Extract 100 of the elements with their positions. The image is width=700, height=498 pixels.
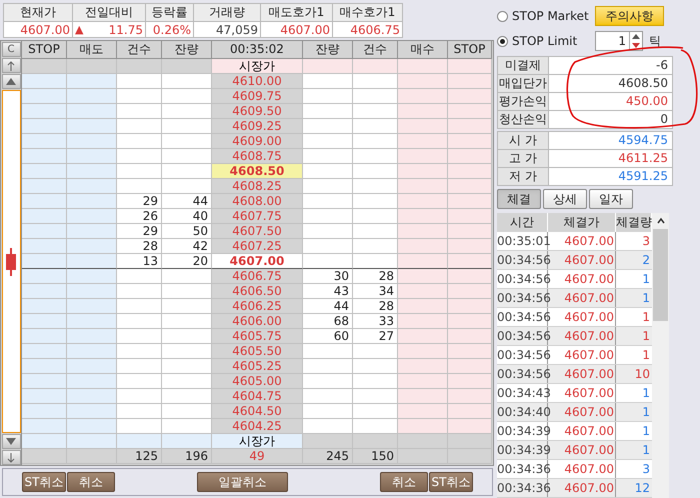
ask-quantity: 20	[162, 254, 212, 269]
scroll-bottom-icon[interactable]	[2, 450, 20, 465]
price-level: 4605.50	[212, 344, 303, 359]
quote-header: 현재가	[4, 4, 73, 22]
quote-value: 4606.75	[350, 22, 400, 38]
spin-down-icon[interactable]	[630, 41, 642, 50]
bid-count: 28	[353, 269, 398, 284]
bid-quantity: 44	[303, 299, 353, 314]
price-level: 4604.25	[212, 419, 303, 434]
price-level: 4609.00	[212, 134, 303, 149]
price-level: 49	[212, 449, 303, 464]
price-level: 4605.00	[212, 374, 303, 389]
price-level: 4608.25	[212, 179, 303, 194]
scroll-thumb[interactable]	[653, 229, 668, 321]
info-value: 4611.25	[549, 150, 673, 168]
price-level: 4608.50	[212, 164, 303, 179]
cancel-button[interactable]: ST취소	[429, 472, 473, 492]
price-level: 4605.25	[212, 359, 303, 374]
ask-quantity: 40	[162, 209, 212, 224]
info-label: 청산손익	[498, 111, 549, 129]
bid-count: 27	[353, 329, 398, 344]
column-header: STOP	[22, 41, 67, 59]
info-label: 시 가	[498, 132, 549, 150]
quote-header: 전일대비	[73, 4, 146, 22]
bid-count: 28	[353, 299, 398, 314]
ask-count: 28	[117, 239, 162, 254]
price-level: 4608.75	[212, 149, 303, 164]
notice-button[interactable]: 주의사항	[595, 6, 664, 26]
trade-time: 00:34:56	[497, 365, 548, 383]
corner-button[interactable]: C	[2, 42, 20, 57]
trade-time: 00:34:40	[497, 403, 548, 421]
trade-quantity: 1	[641, 290, 651, 307]
column-header: 매도	[67, 41, 117, 59]
ask-quantity: 44	[162, 194, 212, 209]
ask-count: 29	[117, 224, 162, 239]
info-label: 평가손익	[498, 93, 549, 111]
trade-quantity: 12	[634, 480, 651, 497]
cancel-button[interactable]: ST취소	[22, 472, 66, 492]
price-level: 4606.25	[212, 299, 303, 314]
price-level: 4605.75	[212, 329, 303, 344]
trade-time: 00:35:01	[497, 232, 548, 250]
radio-button[interactable]	[497, 10, 508, 22]
column-header: 매수	[398, 41, 448, 59]
bid-quantity: 60	[303, 329, 353, 344]
column-header: 잔량	[303, 41, 353, 59]
cancel-button[interactable]: 취소	[67, 472, 115, 492]
price-level: 4607.50	[212, 224, 303, 239]
radio-label: STOP Limit	[512, 33, 578, 50]
price-level: 4606.50	[212, 284, 303, 299]
scroll-top-icon[interactable]	[2, 58, 20, 73]
trade-time: 00:34:39	[497, 441, 548, 459]
trade-quantity: 3	[641, 233, 651, 250]
up-arrow-icon: ▲	[75, 24, 84, 36]
ask-quantity: 50	[162, 224, 212, 239]
quote-value: 4607.00	[20, 22, 70, 38]
info-value: 4608.50	[549, 75, 673, 93]
quote-header: 등락률	[146, 4, 194, 22]
trade-time: 00:34:56	[497, 327, 548, 345]
info-value: 0	[549, 111, 673, 129]
tab[interactable]: 체결	[497, 189, 541, 209]
price-level: 4607.25	[212, 239, 303, 254]
column-header: STOP	[448, 41, 492, 59]
trade-time: 00:34:56	[497, 346, 548, 364]
trade-time: 00:34:36	[497, 479, 548, 497]
trade-time: 00:34:56	[497, 308, 548, 326]
trade-quantity: 10	[634, 366, 651, 383]
column-header: 잔량	[162, 41, 212, 59]
trade-time: 00:34:36	[497, 460, 548, 478]
ask-count: 26	[117, 209, 162, 224]
cancel-button[interactable]: 일괄취소	[197, 472, 288, 492]
info-label: 저 가	[498, 168, 549, 186]
info-value: -6	[549, 57, 673, 75]
tab[interactable]: 상세	[543, 189, 587, 209]
bid-quantity: 30	[303, 269, 353, 284]
cancel-button[interactable]: 취소	[380, 472, 428, 492]
trade-quantity: 1	[641, 309, 651, 326]
quote-header: 매도호가1	[261, 4, 333, 22]
price-level: 4607.00	[212, 254, 303, 269]
scroll-up-icon[interactable]	[2, 74, 20, 89]
ask-quantity: 42	[162, 239, 212, 254]
column-header: 건수	[353, 41, 398, 59]
tab[interactable]: 일자	[589, 189, 633, 209]
candlestick-icon	[5, 248, 17, 276]
tick-spinbox[interactable]: 1	[595, 31, 643, 51]
radio-label: STOP Market	[512, 8, 590, 25]
column-header: 시간	[497, 213, 548, 232]
trade-time: 00:34:39	[497, 422, 548, 440]
trade-time: 00:34:43	[497, 384, 548, 402]
radio-button[interactable]	[497, 36, 508, 46]
scrollbar[interactable]	[652, 213, 669, 498]
spin-up-icon[interactable]	[630, 32, 642, 41]
ask-quantity: 196	[162, 449, 212, 464]
scroll-down-icon[interactable]	[2, 434, 20, 449]
ask-count: 125	[117, 449, 162, 464]
quote-value: 11.75	[108, 22, 143, 38]
column-header: 체결량	[616, 213, 652, 232]
price-level: 4604.50	[212, 404, 303, 419]
quote-value: 47,059	[216, 22, 258, 38]
price-level: 4608.00	[212, 194, 303, 209]
tick-unit: 틱	[649, 33, 661, 50]
